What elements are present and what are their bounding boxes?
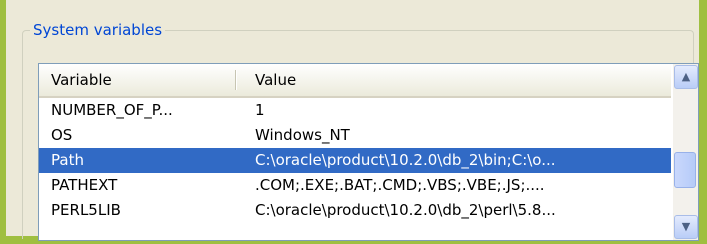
system-variables-title: System variables: [30, 20, 166, 40]
table-row[interactable]: OS Windows_NT: [39, 123, 671, 148]
column-divider[interactable]: [235, 70, 237, 90]
arrow-down-icon: ▼: [681, 220, 691, 233]
variable-cell: OS: [51, 126, 73, 144]
variable-cell: PATHEXT: [51, 176, 118, 194]
value-cell: .COM;.EXE;.BAT;.CMD;.VBS;.VBE;.JS;....: [255, 176, 545, 194]
value-cell: C:\oracle\product\10.2.0\db_2\perl\5.8..…: [255, 201, 556, 219]
column-header-value[interactable]: Value: [255, 64, 296, 96]
table-row[interactable]: PATHEXT .COM;.EXE;.BAT;.CMD;.VBS;.VBE;.J…: [39, 173, 671, 198]
value-cell: 1: [255, 101, 265, 119]
arrow-up-icon: ▲: [681, 70, 691, 83]
list-rows: NUMBER_OF_P... 1 OS Windows_NT Path C:\o…: [39, 98, 671, 223]
desktop-edge-right: [699, 0, 707, 244]
scrollbar-thumb[interactable]: [674, 152, 696, 188]
value-cell: C:\oracle\product\10.2.0\db_2\bin;C:\o..…: [255, 151, 556, 169]
variable-cell: Path: [51, 151, 84, 169]
list-header: Variable Value: [39, 64, 671, 98]
table-row-selected[interactable]: Path C:\oracle\product\10.2.0\db_2\bin;C…: [39, 148, 671, 173]
scroll-down-button[interactable]: ▼: [674, 215, 698, 239]
column-header-variable[interactable]: Variable: [51, 64, 112, 96]
table-row[interactable]: NUMBER_OF_P... 1: [39, 98, 671, 123]
variable-cell: NUMBER_OF_P...: [51, 101, 173, 119]
vertical-scrollbar[interactable]: ▲ ▼: [673, 64, 698, 240]
scroll-up-button[interactable]: ▲: [674, 65, 698, 89]
system-variables-list[interactable]: Variable Value NUMBER_OF_P... 1 OS Windo…: [38, 63, 699, 241]
desktop-edge-left: [0, 0, 6, 244]
table-row[interactable]: PERL5LIB C:\oracle\product\10.2.0\db_2\p…: [39, 198, 671, 223]
variable-cell: PERL5LIB: [51, 201, 121, 219]
value-cell: Windows_NT: [255, 126, 350, 144]
